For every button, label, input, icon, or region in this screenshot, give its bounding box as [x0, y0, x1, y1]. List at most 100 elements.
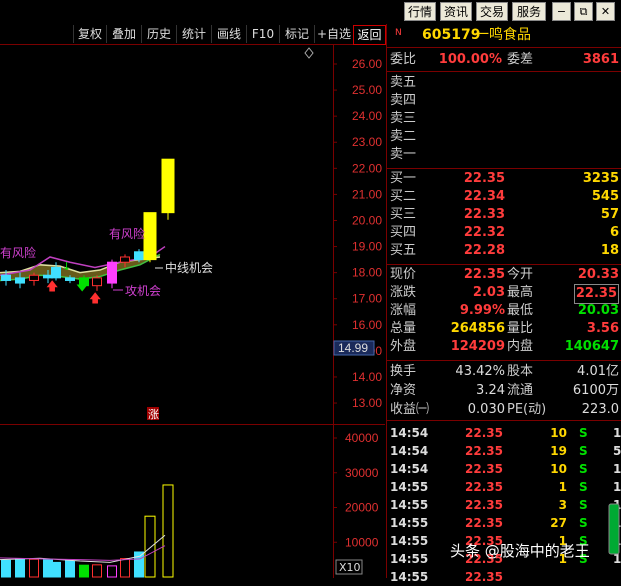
- sell-level-row: 卖五: [387, 74, 621, 92]
- candle-body: [92, 277, 102, 287]
- stat-label: 现价: [390, 267, 417, 282]
- tick-side: S: [579, 498, 588, 512]
- stat-label: 涨幅: [390, 303, 417, 318]
- volume-tick-label: 20000: [345, 501, 379, 515]
- tool-add-watchlist[interactable]: +自选: [314, 25, 353, 43]
- stat-value: 264856: [450, 321, 505, 336]
- volume-bar: [92, 564, 102, 578]
- price-tick-label: 23.00: [352, 135, 382, 149]
- price-tick-label: 17.00: [352, 292, 382, 306]
- buy-level-label: 买一: [390, 171, 417, 186]
- stat-label: 外盘: [390, 339, 417, 354]
- sell-level-label: 卖五: [390, 75, 417, 90]
- stock-name: 一鸣食品: [475, 27, 531, 43]
- fundamental-label: PE(动): [507, 402, 547, 417]
- buy-level-row: 买三 22.33 57: [387, 206, 621, 224]
- buy-level-label: 买四: [390, 225, 417, 240]
- buy-level-row: 买四 22.32 6: [387, 224, 621, 242]
- stat-label: 量比: [507, 321, 534, 336]
- annotation-risk-left: 有风险: [0, 245, 36, 260]
- menu-service-button[interactable]: 服务: [512, 2, 546, 21]
- tick-time: 14:55: [390, 534, 429, 548]
- tick-time: 14:55: [390, 570, 429, 584]
- tick-row: 14:54 22.35 19 S 5: [387, 442, 621, 460]
- tick-row: 14:54 22.35 10 S 1: [387, 460, 621, 478]
- tool-draw[interactable]: 画线: [211, 25, 246, 43]
- tick-price: 22.35: [465, 570, 503, 584]
- close-icon[interactable]: ✕: [596, 2, 615, 21]
- tool-overlay[interactable]: 叠加: [106, 25, 141, 43]
- stat-value: 2.03: [472, 285, 505, 300]
- volume-bar: [162, 484, 174, 578]
- volume-bar: [107, 565, 117, 578]
- fundamental-label: 股本: [507, 364, 534, 379]
- fundamental-value: 43.42%: [455, 364, 505, 379]
- quote-stat-row: 涨幅 9.99% 最低 20.03: [387, 302, 621, 320]
- tick-scrollbar[interactable]: [608, 424, 620, 574]
- tick-time: 14:55: [390, 498, 429, 512]
- tick-price: 22.35: [465, 444, 503, 458]
- tool-mark[interactable]: 标记: [279, 25, 314, 43]
- buy-level-price: 22.34: [463, 189, 505, 204]
- menu-trade-button[interactable]: 交易: [476, 2, 508, 21]
- tick-price: 22.35: [465, 480, 503, 494]
- limit-up-label: 涨: [148, 408, 159, 421]
- stat-value: 20.03: [577, 303, 619, 318]
- tick-side: S: [579, 516, 588, 530]
- tool-stats[interactable]: 统计: [176, 25, 211, 43]
- fundamental-value: 3.24: [476, 383, 505, 398]
- candle-body: [1, 274, 11, 281]
- stat-value: 22.35: [463, 267, 505, 282]
- fundamental-value: 223.0: [581, 402, 619, 417]
- tick-price: 22.35: [465, 498, 503, 512]
- tool-f10[interactable]: F10: [246, 25, 279, 43]
- restore-icon[interactable]: ⧉: [574, 2, 593, 21]
- candle-body: [29, 274, 39, 281]
- price-tick-label: 25.00: [352, 83, 382, 97]
- tick-volume: 3: [558, 498, 567, 512]
- buy-level-volume: 18: [600, 243, 619, 258]
- tick-row: 14:5522.351S1: [387, 478, 621, 496]
- weicha-label: 委差: [507, 52, 534, 67]
- buy-level-label: 买二: [390, 189, 417, 204]
- menu-news-button[interactable]: 资讯: [440, 2, 472, 21]
- minimize-icon[interactable]: −: [552, 2, 571, 21]
- sell-level-row: 卖四: [387, 92, 621, 110]
- price-tick-label: 19.00: [352, 240, 382, 254]
- tool-back[interactable]: 返回: [353, 25, 386, 45]
- menu-market-button[interactable]: 行情: [404, 2, 436, 21]
- tick-price: 22.35: [465, 426, 503, 440]
- volume-tick-label: 10000: [345, 535, 379, 549]
- buy-level-volume: 545: [591, 189, 619, 204]
- annotation-attack: 攻机会: [125, 284, 161, 298]
- tick-volume: 10: [550, 426, 567, 440]
- stat-label: 涨跌: [390, 285, 417, 300]
- buy-level-label: 买三: [390, 207, 417, 222]
- tick-volume: 1: [558, 480, 567, 494]
- weibi-label: 委比: [390, 52, 417, 67]
- volume-bar: [134, 551, 144, 578]
- sell-level-row: 卖二: [387, 128, 621, 146]
- tick-row: 14:55 22.35: [387, 568, 621, 586]
- volume-bar: [65, 560, 75, 578]
- quote-panel: N 605179 一鸣食品 委比 100.00% 委差 3861 卖五 卖四 卖三卖…: [386, 24, 621, 584]
- buy-level-row: 买二 22.34 545: [387, 188, 621, 206]
- volume-bar: [29, 558, 39, 578]
- tick-row: 14:5522.3527S1: [387, 514, 621, 532]
- stat-label: 内盘: [507, 339, 534, 354]
- fundamental-label: 换手: [390, 364, 417, 379]
- fundamental-value: 4.01亿: [577, 364, 619, 379]
- buy-level-label: 买五: [390, 243, 417, 258]
- tool-history[interactable]: 历史: [141, 25, 176, 43]
- tick-time: 14:55: [390, 516, 429, 530]
- tick-time: 14:55: [390, 480, 429, 494]
- price-tick-label: 13.00: [352, 396, 382, 410]
- sell-level-row: 卖三: [387, 110, 621, 128]
- top-menu-bar: 行情 资讯 交易 服务 − ⧉ ✕: [0, 0, 621, 24]
- up-arrow-icon: 🡅: [89, 291, 101, 305]
- quote-stat-row: 总量 264856 量比 3.56: [387, 320, 621, 338]
- buy-level-row: 买五 22.28 18: [387, 242, 621, 260]
- tick-time: 14:54: [390, 426, 429, 440]
- kline-chart[interactable]: 26.00 25.00 24.00 23.00 22.00 21.00 20.00 19.00…: [0, 44, 385, 578]
- tool-fuquan[interactable]: 复权: [73, 25, 106, 43]
